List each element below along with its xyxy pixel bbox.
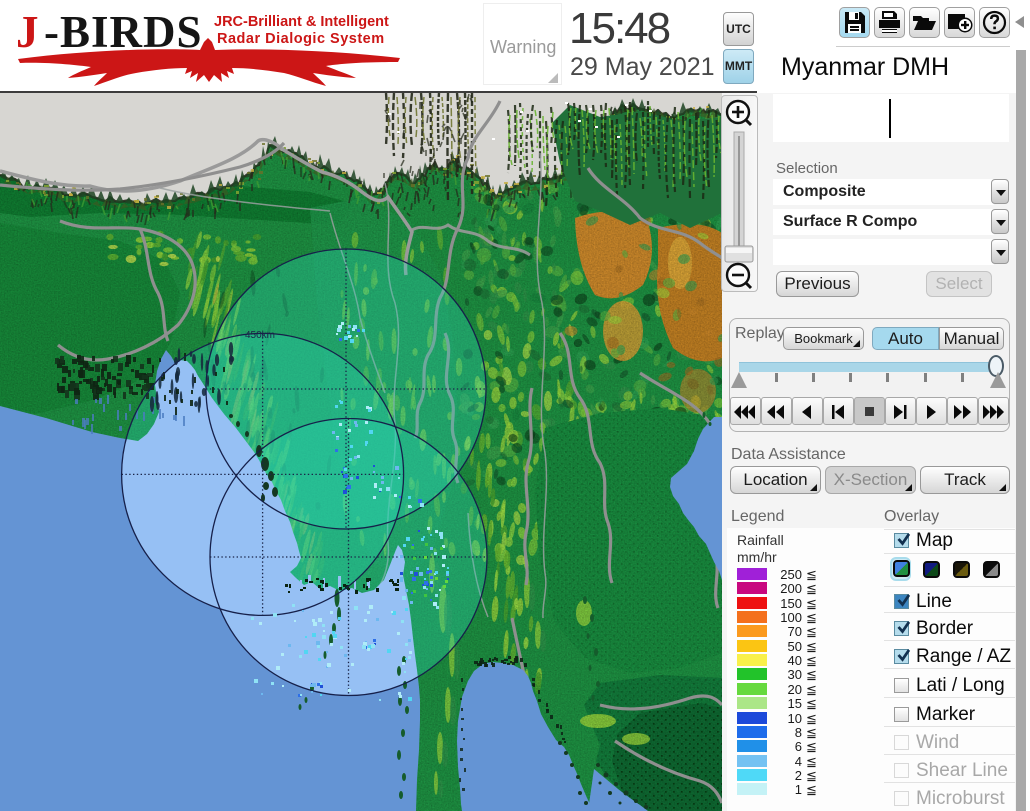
svg-text:J: J (16, 7, 39, 57)
svg-text:JRC-Brilliant & Intelligent: JRC-Brilliant & Intelligent (214, 14, 389, 30)
svg-text:Radar Dialogic System: Radar Dialogic System (217, 31, 385, 47)
svg-text:450km: 450km (245, 330, 275, 341)
